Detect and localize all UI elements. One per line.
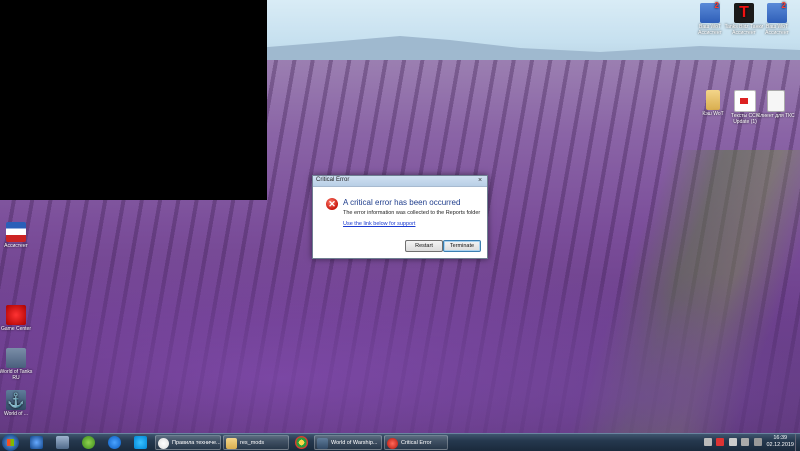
antivirus-icon[interactable] bbox=[716, 438, 725, 446]
error-icon bbox=[387, 438, 398, 449]
anchor-icon bbox=[317, 438, 328, 449]
start-button[interactable] bbox=[2, 434, 19, 451]
clock-time: 16:39 bbox=[773, 435, 788, 441]
anchor-icon: ⚓ bbox=[6, 390, 26, 410]
wot-assistant-icon bbox=[767, 3, 787, 23]
desktop-icon-world-of-tanks[interactable]: World of Tanks RU bbox=[0, 348, 36, 381]
clock-date: 02.12.2019 bbox=[766, 442, 794, 448]
desktop-icon-wot-assistant-2[interactable]: Ваш WoT Ассистент bbox=[757, 3, 797, 36]
desktop-icon-label: Ваш WoT Ассистент bbox=[765, 24, 789, 36]
critical-error-dialog: Critical Error × ✕ A critical error has … bbox=[312, 175, 488, 259]
folder-icon bbox=[226, 438, 237, 449]
teamviewer-icon[interactable] bbox=[108, 436, 121, 449]
shield-icon[interactable] bbox=[56, 436, 69, 449]
taskbar-window-label: Правила техниче... bbox=[172, 440, 221, 446]
flag-icon[interactable] bbox=[741, 438, 750, 446]
folder-icon bbox=[706, 90, 720, 110]
utorrent-icon[interactable] bbox=[82, 436, 95, 449]
tanks-blitz-icon: T bbox=[734, 3, 754, 23]
desktop-icon-label: World of Tanks RU bbox=[0, 369, 33, 381]
desktop-icon-assistant[interactable]: Ассистент bbox=[0, 222, 36, 249]
thunder-icon[interactable] bbox=[30, 436, 43, 449]
chevron-up-icon[interactable] bbox=[703, 438, 712, 446]
black-window-region bbox=[0, 0, 267, 200]
desktop-icon-label: Ваш WoT Ассистент bbox=[698, 24, 722, 36]
network-icon[interactable] bbox=[728, 438, 737, 446]
show-desktop-button[interactable] bbox=[795, 434, 800, 451]
yandex-icon bbox=[158, 438, 169, 449]
support-link[interactable]: Use the link below for support bbox=[343, 221, 415, 227]
desktop-icon-game-center[interactable]: Game Center bbox=[0, 305, 36, 332]
error-heading: A critical error has been occurred bbox=[343, 198, 461, 207]
taskbar-window-label: Critical Error bbox=[401, 440, 432, 446]
desktop-icon-label: Тексты CCK Update (1) bbox=[730, 113, 760, 125]
desktop-icon-label: World of ... bbox=[3, 411, 29, 417]
taskbar-window-label: World of Warship... bbox=[331, 440, 378, 446]
desktop-icon-label: Клиент для ТКС bbox=[757, 113, 795, 119]
taskbar-window-world-of-warships[interactable]: World of Warship... bbox=[314, 435, 382, 450]
wargaming-icon bbox=[6, 305, 26, 325]
pdf-file-icon bbox=[734, 90, 756, 112]
desktop-icon-label: Ассистент bbox=[4, 243, 28, 249]
error-info-text: The error information was collected to t… bbox=[343, 210, 481, 216]
restart-button[interactable]: Restart bbox=[405, 240, 443, 252]
desktop-icon-label: Game Center bbox=[0, 326, 31, 332]
skype-icon[interactable] bbox=[134, 436, 147, 449]
taskbar-window-critical-error[interactable]: Critical Error bbox=[384, 435, 448, 450]
taskbar-window-res-mods[interactable]: res_mods bbox=[223, 435, 289, 450]
chrome-icon[interactable] bbox=[295, 436, 308, 449]
taskbar-window-label: res_mods bbox=[240, 440, 265, 446]
desktop-icon-label: Кэш WoT bbox=[702, 111, 724, 117]
close-icon[interactable]: × bbox=[475, 176, 485, 185]
wot-assistant-icon bbox=[700, 3, 720, 23]
volume-icon[interactable] bbox=[754, 438, 762, 446]
taskbar: Правила техниче... res_mods World of War… bbox=[0, 433, 800, 451]
wallpaper-foreground bbox=[0, 250, 800, 433]
taskbar-window-browser[interactable]: Правила техниче... bbox=[155, 435, 221, 450]
world-of-tanks-icon bbox=[6, 348, 26, 368]
document-icon bbox=[767, 90, 785, 112]
system-tray bbox=[702, 438, 762, 447]
desktop-icon-world-of-warships[interactable]: ⚓ World of ... bbox=[0, 390, 36, 417]
dialog-titlebar[interactable]: Critical Error × bbox=[313, 176, 487, 187]
error-icon: ✕ bbox=[326, 198, 338, 210]
flag-icon bbox=[6, 222, 26, 242]
dialog-title: Critical Error bbox=[316, 177, 350, 183]
desktop-icon-tks-client[interactable]: Клиент для ТКС bbox=[756, 90, 796, 119]
taskbar-clock[interactable]: 16:39 02.12.2019 bbox=[766, 435, 794, 449]
terminate-button[interactable]: Terminate bbox=[443, 240, 481, 252]
